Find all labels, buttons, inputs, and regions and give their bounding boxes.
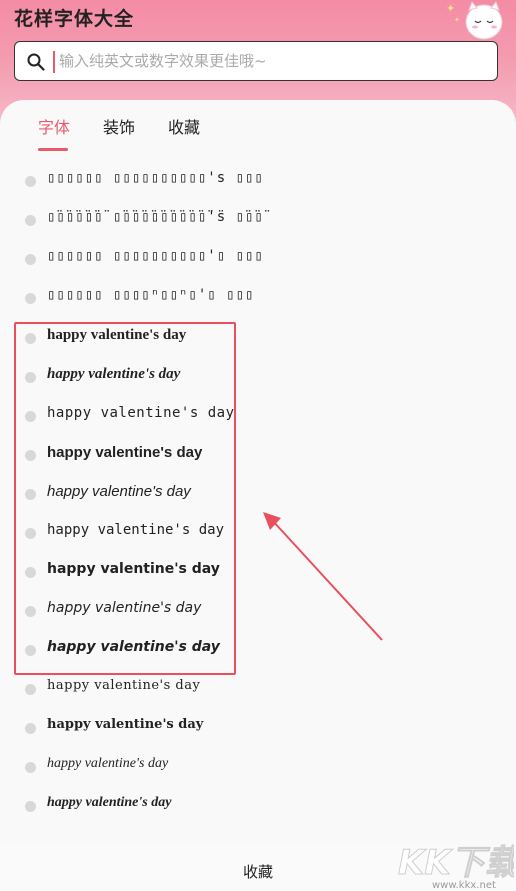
watermark-url: www.kkx.net bbox=[432, 880, 496, 891]
watermark-text: KK下载 bbox=[398, 843, 514, 883]
kk-watermark-logo: KK下载 www.kkx.net bbox=[398, 843, 514, 891]
annotation-arrow-icon bbox=[263, 512, 383, 641]
favorites-button[interactable]: 收藏 bbox=[243, 861, 273, 882]
